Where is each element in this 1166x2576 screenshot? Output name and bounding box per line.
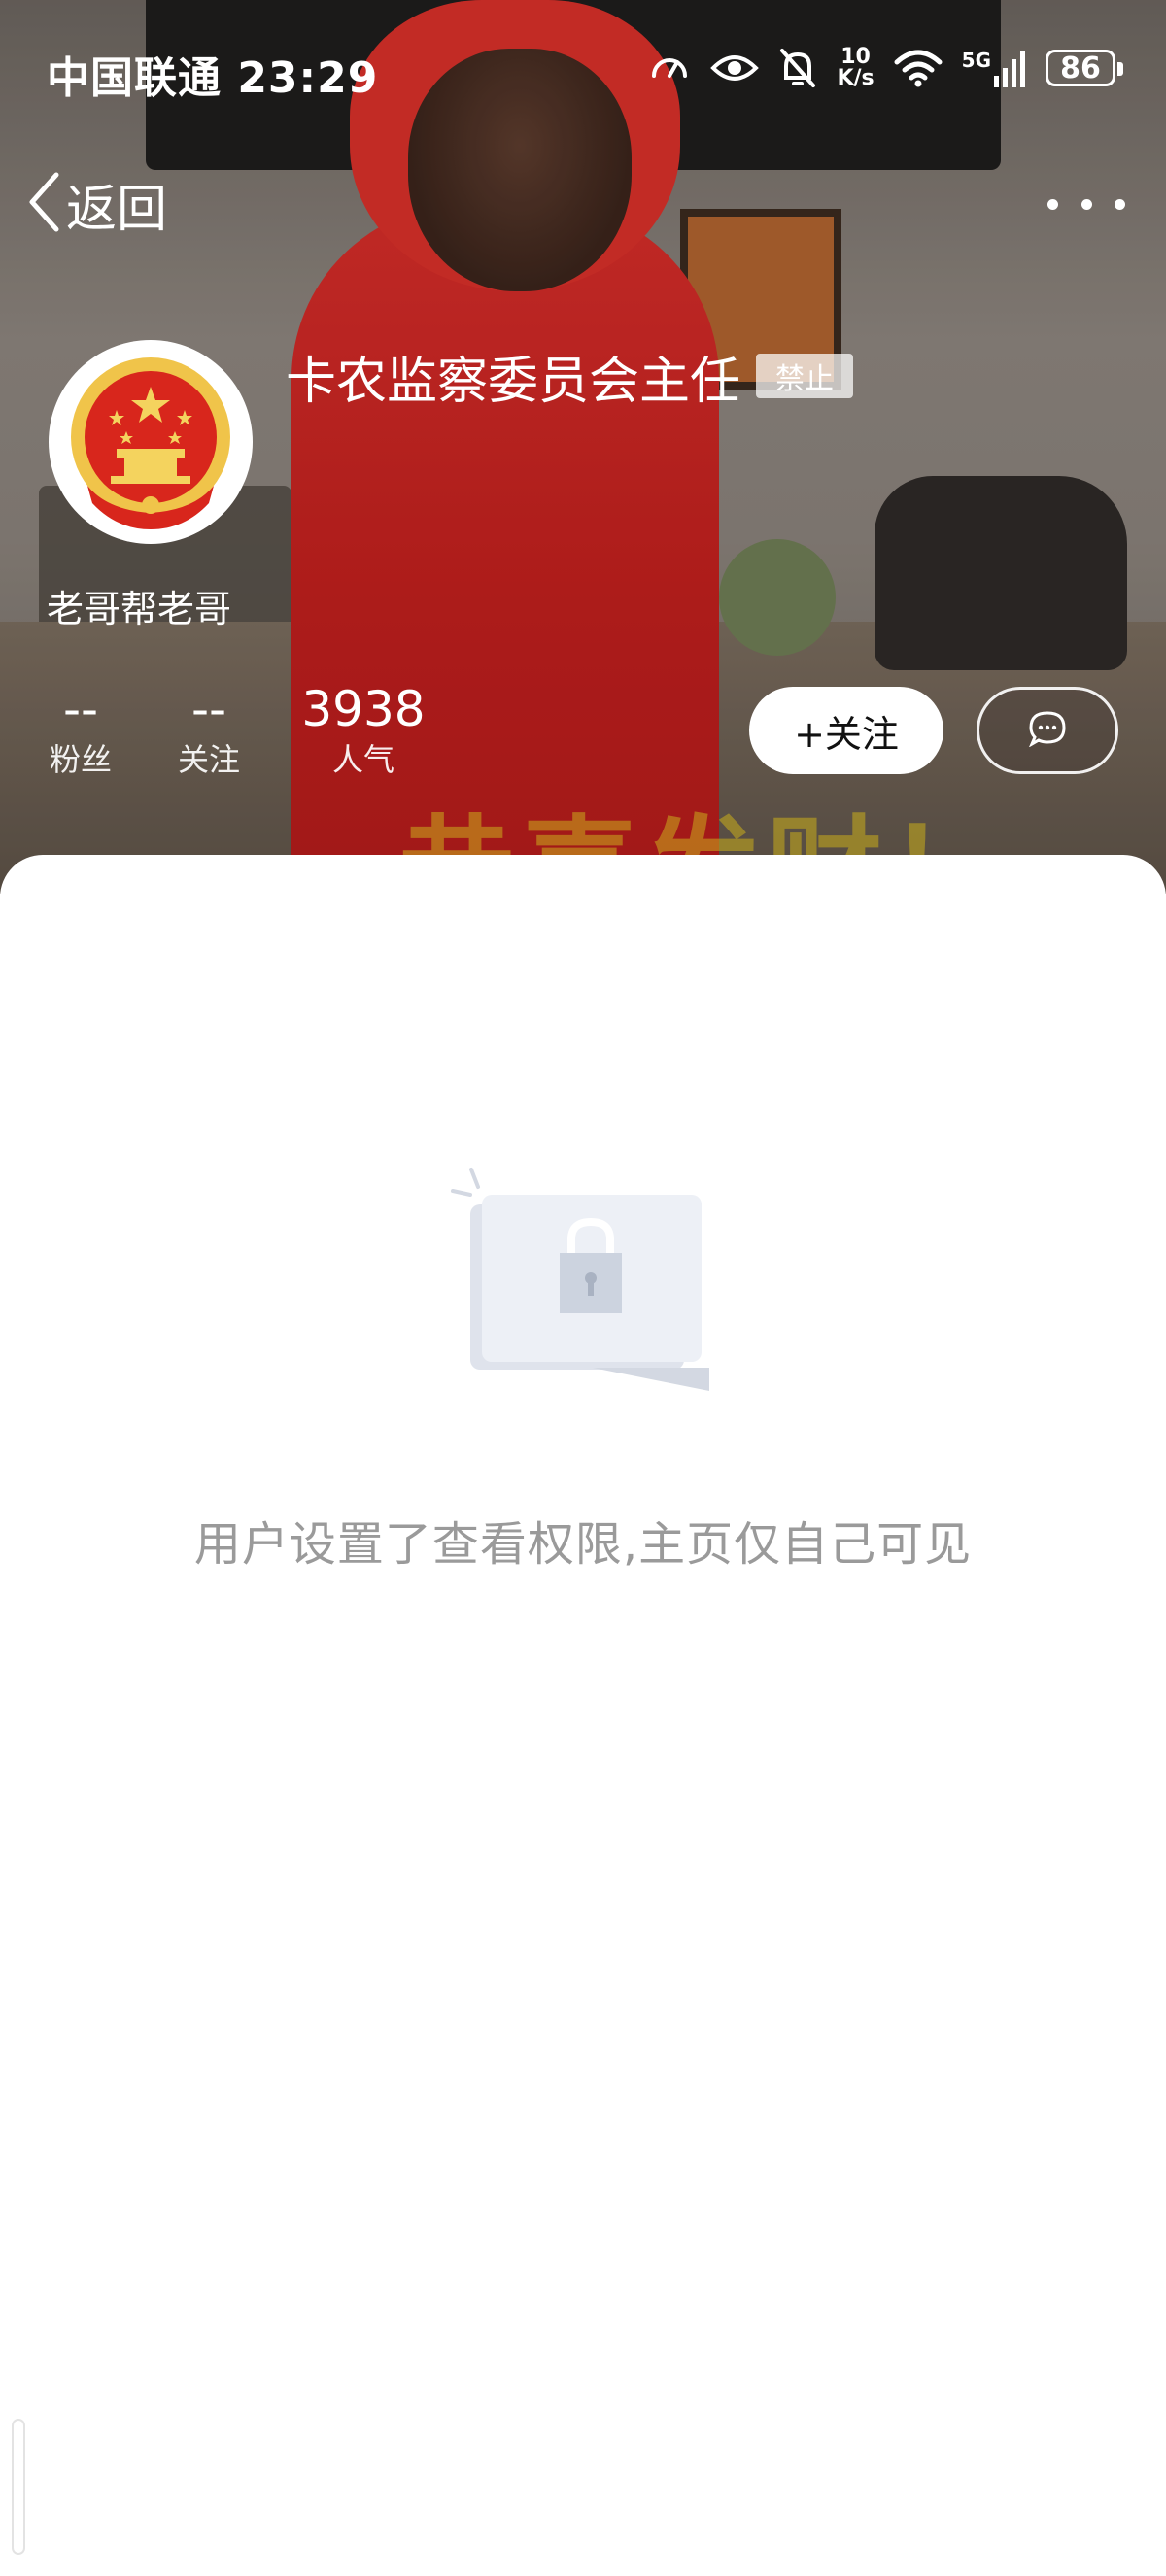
status-icons: 10 K/s 5G 86: [648, 39, 1123, 97]
eye-icon: [710, 49, 760, 87]
following-label: 关注: [177, 741, 240, 778]
follow-button[interactable]: +关注: [749, 687, 943, 774]
message-button[interactable]: [977, 687, 1118, 774]
following-count: --: [190, 681, 227, 737]
fans-label: 粉丝: [49, 741, 112, 778]
stat-popularity: 3938 人气: [295, 680, 431, 781]
wifi-icon: [894, 49, 943, 87]
scroll-indicator: [12, 2419, 25, 2555]
status-bar: 中国联通 23:29 10 K/s 5G 86: [0, 0, 1166, 146]
group-name[interactable]: 老哥帮老哥: [47, 579, 231, 632]
stat-following[interactable]: -- 关注: [167, 680, 251, 781]
network-speed: 10 K/s: [837, 45, 874, 90]
mute-bell-icon: [778, 47, 817, 89]
fans-count: --: [62, 681, 99, 737]
more-dots-icon: [1047, 198, 1058, 210]
popularity-label: 人气: [331, 741, 394, 778]
back-label: 返回: [66, 180, 168, 239]
private-lock-icon: [447, 1166, 719, 1403]
private-profile-message: 用户设置了查看权限,主页仅自己可见: [193, 1517, 973, 1572]
speedometer-icon: [648, 47, 691, 89]
back-button[interactable]: 返回: [27, 165, 167, 243]
banned-badge: 禁止: [756, 354, 853, 398]
more-options-button[interactable]: [1047, 175, 1125, 233]
username: 卡农监察委员会主任: [286, 353, 741, 411]
stat-fans[interactable]: -- 粉丝: [39, 680, 122, 781]
national-emblem-icon: [53, 345, 248, 539]
profile-stats: -- 粉丝 -- 关注 3938 人气: [39, 680, 431, 781]
chat-bubble-icon: [1028, 710, 1067, 751]
carrier-time: 中国联通 23:29: [47, 53, 379, 103]
avatar[interactable]: [49, 340, 253, 544]
profile-page: 恭喜发财！ 中国联通 23:29 10 K/s 5G 86 返回 卡农监察委员会…: [0, 0, 1166, 2576]
cellular-signal-icon: 5G: [962, 49, 1026, 87]
content-sheet: [0, 855, 1166, 2576]
popularity-count: 3938: [301, 681, 426, 737]
battery-icon: 86: [1046, 50, 1123, 86]
chevron-left-icon: [27, 171, 60, 237]
